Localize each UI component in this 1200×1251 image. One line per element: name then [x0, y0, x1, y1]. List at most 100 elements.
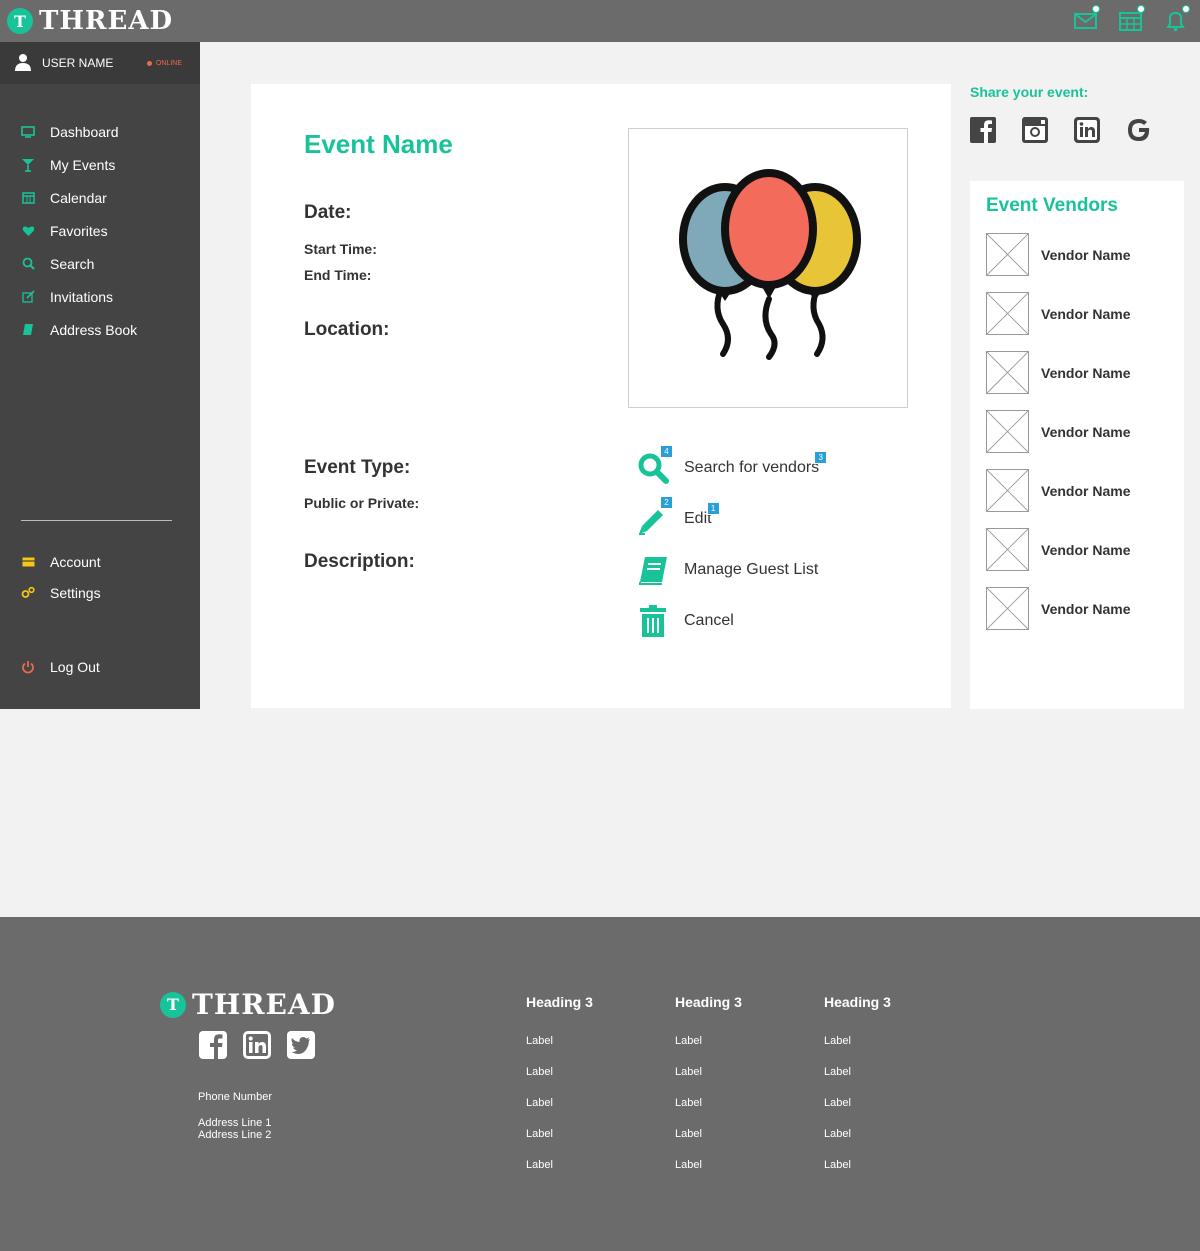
manage-guest-list-label: Manage Guest List	[684, 560, 819, 578]
top-bar: T THREAD	[0, 0, 1200, 42]
action-label: Edit 1	[684, 501, 720, 528]
sidebar-item-search[interactable]: Search	[0, 247, 200, 280]
footer-link[interactable]: Label	[526, 1066, 646, 1097]
vendor-image-placeholder	[986, 292, 1029, 335]
book-icon	[20, 322, 36, 338]
online-status-label: ONLINE	[155, 59, 182, 67]
sidebar-item-my-events[interactable]: My Events	[0, 148, 200, 181]
footer: T THREAD Phone Number Address Line 1 Add…	[0, 917, 1200, 1251]
edit-icon	[20, 289, 36, 305]
footer-link[interactable]: Label	[675, 1128, 795, 1159]
footer-link[interactable]: Label	[824, 1035, 944, 1066]
end-time-label: End Time:	[304, 267, 372, 283]
footer-heading: Heading 3	[824, 994, 891, 1010]
google-icon[interactable]	[1126, 117, 1152, 143]
date-label: Date:	[304, 202, 352, 223]
event-image[interactable]	[628, 128, 908, 408]
cocktail-icon	[20, 157, 36, 173]
sidebar-divider	[21, 520, 172, 521]
app-logo[interactable]: T THREAD	[7, 6, 173, 36]
footer-link[interactable]: Label	[526, 1128, 646, 1159]
user-row[interactable]: USER NAME ONLINE	[0, 42, 200, 84]
pencil-icon: 2	[636, 495, 673, 536]
address-line-2: Address Line 2	[198, 1129, 272, 1141]
footer-link[interactable]: Label	[824, 1159, 944, 1190]
footer-link[interactable]: Label	[675, 1159, 795, 1190]
trash-icon	[636, 604, 670, 638]
logo-wordmark: THREAD	[192, 988, 336, 1021]
logo-wordmark: THREAD	[39, 6, 174, 36]
linkedin-icon[interactable]	[242, 1030, 272, 1060]
search-vendors-button[interactable]: 4 Search for vendors 3	[636, 442, 828, 493]
sidebar-item-favorites[interactable]: Favorites	[0, 214, 200, 247]
online-dot	[146, 60, 152, 66]
online-status: ONLINE	[146, 59, 182, 67]
vendor-item[interactable]: Vendor Name	[986, 233, 1176, 276]
sidebar-item-label: Calendar	[50, 189, 107, 206]
footer-link[interactable]: Label	[824, 1097, 944, 1128]
calendar-icon[interactable]	[1118, 5, 1145, 33]
vendor-item[interactable]: Vendor Name	[986, 410, 1176, 453]
bell-icon[interactable]	[1163, 5, 1190, 33]
vendor-image-placeholder	[986, 528, 1029, 571]
balloons-icon	[679, 169, 861, 360]
search-icon	[20, 256, 36, 272]
sidebar-secondary-nav: Account Settings	[0, 546, 200, 608]
gears-icon	[20, 585, 36, 601]
vendor-name: Vendor Name	[1041, 364, 1131, 381]
footer-link[interactable]: Label	[824, 1066, 944, 1097]
footer-address: Address Line 1 Address Line 2	[198, 1117, 271, 1141]
footer-link[interactable]: Label	[675, 1097, 795, 1128]
address-line-1: Address Line 1	[198, 1117, 272, 1129]
event-name: Event Name	[304, 129, 453, 159]
sidebar-item-calendar[interactable]: Calendar	[0, 181, 200, 214]
vendor-item[interactable]: Vendor Name	[986, 469, 1176, 512]
user-name: USER NAME	[42, 56, 114, 70]
footer-link[interactable]: Label	[526, 1035, 646, 1066]
footer-logo[interactable]: T THREAD	[160, 988, 336, 1021]
action-icon-badge: 4	[660, 444, 673, 458]
footer-link[interactable]: Label	[526, 1097, 646, 1128]
power-icon	[20, 659, 36, 675]
vendor-item[interactable]: Vendor Name	[986, 351, 1176, 394]
vendor-item[interactable]: Vendor Name	[986, 587, 1176, 630]
facebook-icon[interactable]	[198, 1030, 228, 1060]
sidebar-logout: Log Out	[0, 650, 200, 683]
vendor-image-placeholder	[986, 587, 1029, 630]
action-icon-badge: 2	[660, 495, 673, 509]
event-type-label: Event Type:	[304, 457, 411, 478]
footer-link[interactable]: Label	[526, 1159, 646, 1190]
vendor-item[interactable]: Vendor Name	[986, 528, 1176, 571]
linkedin-icon[interactable]	[1074, 117, 1100, 143]
footer-social	[198, 1030, 316, 1060]
cancel-label: Cancel	[684, 611, 734, 629]
mail-icon[interactable]	[1073, 5, 1100, 33]
sidebar-item-settings[interactable]: Settings	[0, 577, 200, 608]
logout-button[interactable]: Log Out	[0, 650, 200, 683]
sidebar-item-dashboard[interactable]: Dashboard	[0, 115, 200, 148]
mail-notification-dot	[1092, 5, 1100, 13]
sidebar-item-account[interactable]: Account	[0, 546, 200, 577]
footer-heading: Heading 3	[675, 994, 742, 1010]
footer-link[interactable]: Label	[675, 1066, 795, 1097]
action-text-badge: 1	[706, 501, 720, 515]
cancel-event-button[interactable]: Cancel	[636, 595, 819, 646]
manage-guest-list-button[interactable]: Manage Guest List	[636, 544, 819, 595]
instagram-icon[interactable]	[1022, 117, 1048, 143]
sidebar-item-address-book[interactable]: Address Book	[0, 313, 200, 346]
sidebar-nav: Dashboard My Events Calendar Favorites S…	[0, 115, 200, 346]
edit-button[interactable]: 2 Edit 1	[636, 493, 819, 544]
event-card: Event Name Date: Start Time: End Time: L…	[251, 84, 951, 708]
search-vendors-label: Search for vendors	[684, 458, 820, 476]
footer-phone: Phone Number	[198, 1091, 272, 1103]
vendor-item[interactable]: Vendor Name	[986, 292, 1176, 335]
vendor-name: Vendor Name	[1041, 246, 1131, 263]
footer-column: Heading 3 Label Label Label Label Label	[526, 994, 646, 1190]
twitter-icon[interactable]	[286, 1030, 316, 1060]
location-label: Location:	[304, 319, 390, 340]
footer-link[interactable]: Label	[675, 1035, 795, 1066]
sidebar-item-invitations[interactable]: Invitations	[0, 280, 200, 313]
event-actions: 4 Search for vendors 3 2 Edit 1 Manage Gue…	[636, 442, 828, 646]
facebook-icon[interactable]	[970, 117, 996, 143]
footer-link[interactable]: Label	[824, 1128, 944, 1159]
